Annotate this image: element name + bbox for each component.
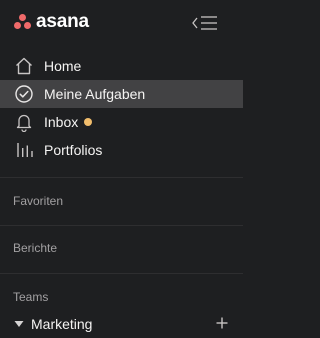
- bar-chart-icon: [14, 140, 34, 160]
- asana-logo-icon: [13, 14, 32, 30]
- divider: [0, 225, 243, 226]
- sidebar-collapse-icon: [192, 16, 217, 30]
- plus-icon[interactable]: [215, 316, 229, 330]
- section-teams[interactable]: Teams: [13, 290, 48, 304]
- nav-item-label: Portfolios: [44, 142, 103, 158]
- nav-item-inbox[interactable]: Inbox: [0, 108, 243, 136]
- divider: [0, 177, 243, 178]
- section-favorites[interactable]: Favoriten: [13, 194, 63, 208]
- team-row-marketing[interactable]: Marketing: [0, 311, 243, 337]
- sidebar-collapse-button[interactable]: [190, 12, 220, 34]
- team-label: Marketing: [31, 316, 93, 332]
- section-reports[interactable]: Berichte: [13, 241, 57, 255]
- bell-icon: [14, 112, 34, 132]
- notification-dot: [84, 118, 92, 126]
- asana-logo[interactable]: asana: [13, 11, 89, 32]
- sidebar-header: asana: [0, 0, 243, 44]
- nav-item-label: Home: [44, 58, 82, 74]
- nav-item-label: Meine Aufgaben: [44, 86, 146, 102]
- sidebar: asana Home Meine Aufgaben Inbox Portfoli…: [0, 0, 243, 338]
- divider: [0, 273, 243, 274]
- nav-item-home[interactable]: Home: [0, 52, 243, 80]
- logo-text: asana: [36, 11, 89, 32]
- check-circle-icon: [14, 84, 34, 104]
- nav-item-portfolios[interactable]: Portfolios: [0, 136, 243, 164]
- caret-down-icon[interactable]: [14, 320, 24, 328]
- home-icon: [14, 56, 34, 76]
- nav-item-label: Inbox: [44, 114, 79, 130]
- nav-item-my-tasks[interactable]: Meine Aufgaben: [0, 80, 243, 108]
